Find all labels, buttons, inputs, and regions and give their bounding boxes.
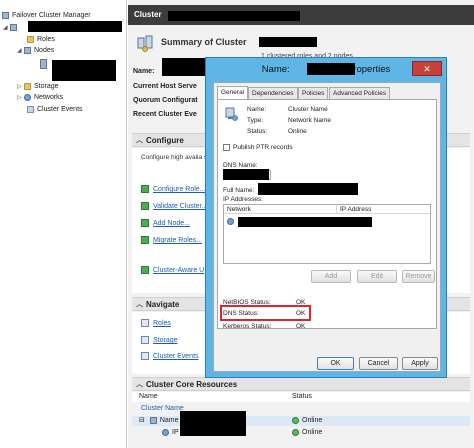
ok-button[interactable]: OK xyxy=(317,357,354,370)
network-name-icon xyxy=(149,416,157,424)
col-name[interactable]: Name xyxy=(139,393,158,400)
network-name-icon xyxy=(225,107,238,121)
online-status-icon xyxy=(292,416,299,424)
tree-item-cluster-events[interactable]: Cluster Events xyxy=(27,104,83,115)
current-host-label: Current Host Serve xyxy=(133,83,197,90)
ip-icon xyxy=(162,428,169,436)
nodes-icon xyxy=(24,46,31,54)
remove-button[interactable]: Remove xyxy=(402,270,435,283)
ip-address-list[interactable]: Network IP Address xyxy=(223,204,431,264)
link-nav-cluster-events[interactable]: Cluster Events xyxy=(141,352,199,362)
core-resources-header[interactable]: ︿ Cluster Core Resources xyxy=(132,377,470,391)
add-button[interactable]: Add xyxy=(311,270,351,283)
cancel-button[interactable]: Cancel xyxy=(359,357,398,370)
migrate-icon xyxy=(141,236,149,245)
collapse-chevron-icon: ︿ xyxy=(136,301,143,308)
expand-icon[interactable]: ◢ xyxy=(3,23,10,34)
name-label: Name: xyxy=(247,106,267,113)
link-add-node[interactable]: Add Node... xyxy=(141,219,190,229)
events-icon xyxy=(141,352,149,361)
link-validate-cluster[interactable]: Validate Cluster... xyxy=(141,202,207,212)
networks-icon xyxy=(24,93,31,101)
full-name-label: Full Name: xyxy=(223,187,255,194)
server-icon xyxy=(40,59,47,70)
general-tab-page: Name: Cluster Name Type: Network Name St… xyxy=(217,99,437,330)
redacted-dialog-name xyxy=(307,63,355,75)
type-value: Network Name xyxy=(288,117,331,124)
col-network[interactable]: Network xyxy=(227,205,251,214)
validate-icon xyxy=(141,202,149,211)
tab-dependencies[interactable]: Dependencies xyxy=(248,87,298,99)
status-online: Online xyxy=(292,416,322,426)
collapse-chevron-icon: ︿ xyxy=(136,137,143,144)
col-status[interactable]: Status xyxy=(292,393,312,400)
expand-icon[interactable]: ▷ xyxy=(17,93,24,104)
redacted-resource-name xyxy=(180,411,246,436)
redacted-ip-row xyxy=(238,217,372,227)
events-icon xyxy=(27,105,34,113)
summary-title: Summary of Cluster xyxy=(161,37,247,47)
redacted-dns-name xyxy=(223,169,269,180)
tree-item-roles[interactable]: Roles xyxy=(27,34,55,45)
tree-item-storage[interactable]: ▷ Storage xyxy=(17,81,59,92)
edit-button[interactable]: Edit xyxy=(357,270,397,283)
link-migrate-roles[interactable]: Migrate Roles... xyxy=(141,236,202,246)
redacted-cluster-name xyxy=(28,21,122,32)
redacted-full-name xyxy=(258,183,358,195)
navigation-tree: Failover Cluster Manager ◢ Roles ◢ Nodes … xyxy=(0,0,127,448)
tree-item-networks[interactable]: ▷ Networks xyxy=(17,92,63,103)
roles-icon xyxy=(27,35,34,43)
cluster-icon xyxy=(10,23,17,31)
tab-advanced-policies[interactable]: Advanced Policies xyxy=(329,87,391,99)
name-label: Name: xyxy=(133,68,155,75)
redacted-header-cluster xyxy=(168,11,300,21)
quorum-label: Quorum Configurat xyxy=(133,97,198,104)
properties-dialog: Name: Properties ✕ General Dependencies … xyxy=(205,57,447,378)
cluster-summary-icon xyxy=(137,35,153,52)
add-node-icon xyxy=(141,219,149,228)
close-button[interactable]: ✕ xyxy=(412,61,442,76)
tab-general[interactable]: General xyxy=(217,86,249,99)
ip-addresses-label: IP Addresses: xyxy=(223,196,263,203)
tree-node-server[interactable] xyxy=(40,59,50,70)
status-online: Online xyxy=(292,428,322,438)
link-nav-storage[interactable]: Storage xyxy=(141,336,178,346)
dns-name-label: DNS Name: xyxy=(223,162,258,169)
online-status-icon xyxy=(292,428,299,436)
apply-button[interactable]: Apply xyxy=(402,357,438,370)
link-configure-role[interactable]: Configure Role... xyxy=(141,185,206,195)
collapse-icon[interactable]: ◢ xyxy=(17,46,24,57)
tab-policies[interactable]: Policies xyxy=(298,87,329,99)
col-ip-address[interactable]: IP Address xyxy=(336,205,371,214)
link-cluster-aware-updating[interactable]: Cluster-Aware U xyxy=(141,266,204,276)
cluster-manager-icon xyxy=(2,11,9,19)
ip-list-header: Network IP Address xyxy=(224,205,430,214)
status-value: Online xyxy=(288,128,307,135)
resources-column-header: Name Status xyxy=(132,392,470,402)
dns-status-highlight xyxy=(220,305,311,321)
storage-icon xyxy=(24,82,31,90)
tree-cluster-node[interactable]: ◢ xyxy=(3,22,20,33)
link-nav-roles[interactable]: Roles xyxy=(141,319,171,329)
redacted-node-name xyxy=(52,60,116,81)
recent-events-label: Recent Cluster Eve xyxy=(133,111,197,118)
kerberos-status-label: Kerberos Status: xyxy=(223,323,272,330)
publish-ptr-checkbox[interactable]: Publish PTR records xyxy=(223,144,293,151)
tree-item-nodes[interactable]: ◢ Nodes xyxy=(17,45,54,56)
redacted-summary-name xyxy=(259,37,317,47)
kerberos-status-value: OK xyxy=(296,323,306,330)
roles-icon xyxy=(141,319,149,328)
ip-row-icon xyxy=(227,218,235,226)
dialog-body: General Dependencies Policies Advanced P… xyxy=(213,82,441,372)
configure-role-icon xyxy=(141,185,149,194)
storage-icon xyxy=(141,336,149,345)
type-label: Type: xyxy=(247,117,263,124)
tree-root[interactable]: Failover Cluster Manager xyxy=(2,10,91,21)
checkbox-icon[interactable] xyxy=(223,144,230,151)
name-value: Cluster Name xyxy=(288,106,328,113)
collapse-chevron-icon: ︿ xyxy=(136,381,143,388)
expand-icon[interactable]: ⊟ xyxy=(139,417,145,424)
cluster-aware-icon xyxy=(141,266,149,275)
status-label: Status: xyxy=(247,128,268,135)
